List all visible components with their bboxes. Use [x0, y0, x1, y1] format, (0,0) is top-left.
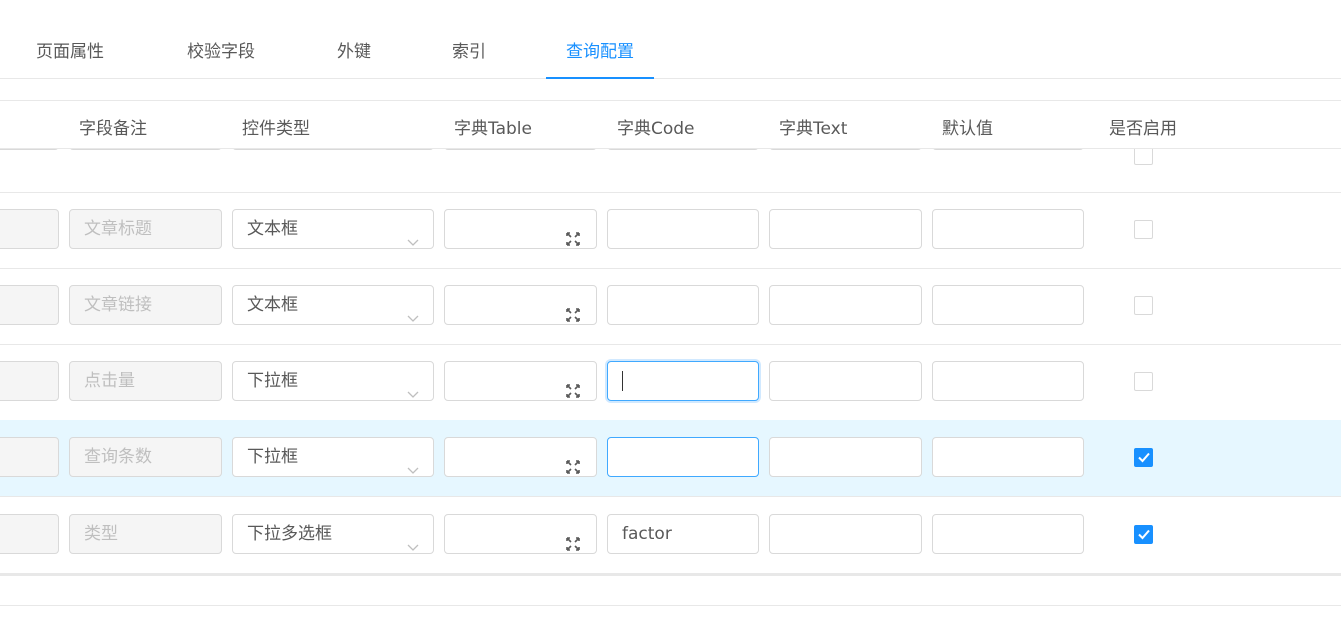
control-type-value: 文本框	[247, 219, 298, 239]
enabled-checkbox[interactable]	[1134, 372, 1153, 391]
field-name-input	[0, 361, 59, 401]
chevron-down-icon	[407, 528, 419, 551]
default-value-input[interactable]	[932, 437, 1084, 477]
expand-icon[interactable]	[566, 527, 580, 551]
tab-query-config[interactable]: 查询配置	[546, 38, 654, 79]
table-footer-border	[0, 605, 1341, 606]
table-row: 点击量 下拉框	[0, 344, 1341, 421]
dict-table-input[interactable]	[444, 361, 597, 401]
dict-text-input[interactable]	[769, 361, 922, 401]
column-header-remark: 字段备注	[79, 119, 147, 139]
enabled-checkbox[interactable]	[1134, 220, 1153, 239]
field-remark-text: 点击量	[84, 371, 135, 391]
default-value-input[interactable]	[932, 209, 1084, 249]
control-type-select[interactable]: 文本框	[232, 209, 434, 249]
field-remark-input: 文章链接	[69, 285, 222, 325]
column-header-dict-text: 字典Text	[779, 119, 848, 139]
enabled-checkbox[interactable]	[1134, 525, 1153, 544]
column-header-dict-table: 字典Table	[454, 119, 532, 139]
field-name-input	[0, 209, 59, 249]
control-type-select[interactable]: 下拉多选框	[232, 514, 434, 554]
table-row: 文章链接 文本框	[0, 268, 1341, 345]
enabled-checkbox[interactable]	[1134, 296, 1153, 315]
default-value-input[interactable]	[932, 514, 1084, 554]
chevron-down-icon	[407, 299, 419, 322]
dict-text-input[interactable]	[769, 285, 922, 325]
dict-table-input[interactable]	[444, 437, 597, 477]
table-row: 类型 下拉多选框 factor	[0, 497, 1341, 574]
dict-text-input[interactable]	[769, 209, 922, 249]
control-type-value: 下拉多选框	[247, 524, 332, 544]
column-header-enabled: 是否启用	[1109, 119, 1177, 139]
enabled-checkbox[interactable]	[1134, 448, 1153, 467]
dict-code-input[interactable]	[607, 209, 759, 249]
dict-text-input[interactable]	[769, 437, 922, 477]
chevron-down-icon	[407, 223, 419, 246]
dict-code-input[interactable]	[607, 437, 759, 477]
control-type-select[interactable]: 下拉框	[232, 361, 434, 401]
field-remark-input: 文章标题	[69, 209, 222, 249]
table-row: 查询条数 下拉框	[0, 420, 1341, 497]
default-value-input[interactable]	[932, 361, 1084, 401]
default-value-input[interactable]	[932, 285, 1084, 325]
dict-table-input[interactable]	[444, 209, 597, 249]
field-remark-text: 文章链接	[84, 295, 152, 315]
tab-page-properties[interactable]: 页面属性	[36, 38, 104, 78]
column-header-dict-code: 字典Code	[617, 119, 695, 139]
dict-table-input[interactable]	[444, 514, 597, 554]
chevron-down-icon	[407, 375, 419, 398]
control-type-select[interactable]: 下拉框	[232, 437, 434, 477]
control-type-value: 文本框	[247, 295, 298, 315]
dict-text-input[interactable]	[769, 514, 922, 554]
field-remark-text: 查询条数	[84, 447, 152, 467]
tab-validation-fields[interactable]: 校验字段	[187, 38, 255, 78]
field-remark-input: 类型	[69, 514, 222, 554]
column-header-default-value: 默认值	[942, 119, 993, 139]
tab-bar: 页面属性 校验字段 外键 索引 查询配置	[0, 0, 1341, 79]
control-type-value: 下拉框	[247, 371, 298, 391]
control-type-select[interactable]: 文本框	[232, 285, 434, 325]
dict-code-input[interactable]	[607, 361, 759, 401]
text-caret	[622, 371, 623, 391]
field-name-input	[0, 437, 59, 477]
chevron-down-icon	[407, 451, 419, 474]
field-remark-input: 点击量	[69, 361, 222, 401]
table-row: 文章标题 文本框	[0, 192, 1341, 269]
tab-indexes[interactable]: 索引	[452, 38, 486, 78]
field-remark-input: 查询条数	[69, 437, 222, 477]
expand-icon[interactable]	[566, 222, 580, 246]
dict-code-input[interactable]: factor	[607, 514, 759, 554]
expand-icon[interactable]	[566, 298, 580, 322]
field-name-input	[0, 285, 59, 325]
field-remark-text: 文章标题	[84, 219, 152, 239]
expand-icon[interactable]	[566, 450, 580, 474]
table-header: 字段备注 控件类型 字典Table 字典Code 字典Text 默认值 是否启用	[0, 100, 1341, 149]
tab-foreign-keys[interactable]: 外键	[337, 38, 371, 78]
control-type-value: 下拉框	[247, 447, 298, 467]
dict-table-input[interactable]	[444, 285, 597, 325]
field-name-input	[0, 514, 59, 554]
dict-code-value: factor	[622, 524, 672, 544]
dict-code-input[interactable]	[607, 285, 759, 325]
column-header-control-type: 控件类型	[242, 119, 310, 139]
table-footer-divider	[0, 574, 1341, 576]
field-remark-text: 类型	[84, 524, 118, 544]
expand-icon[interactable]	[566, 374, 580, 398]
